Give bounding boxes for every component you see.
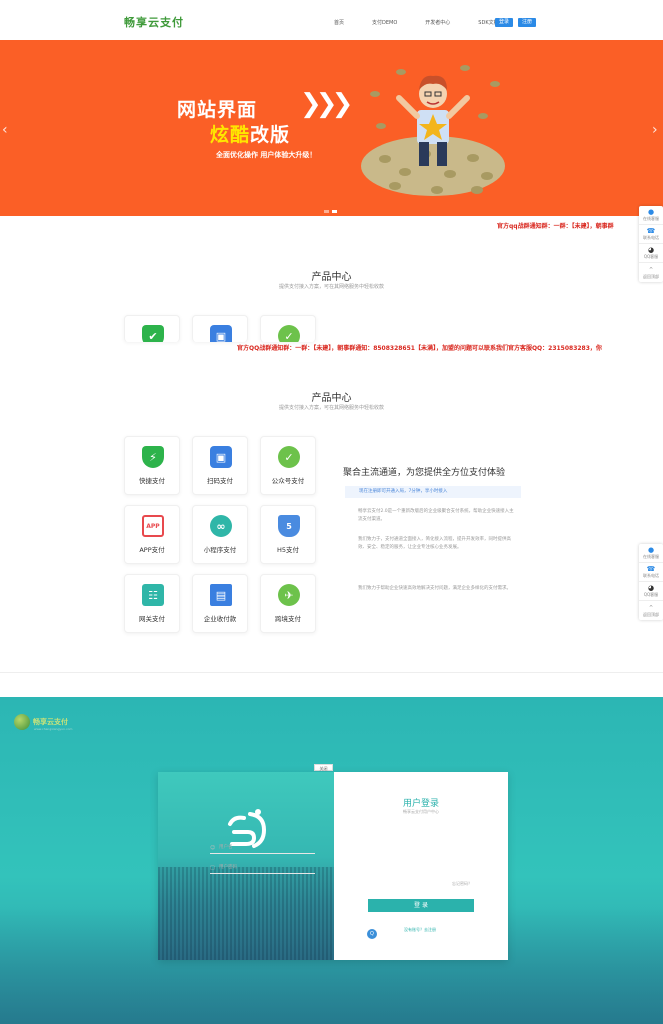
product-card[interactable]: ▣ [192,315,248,342]
username-input[interactable]: ☺ 用户名 [210,842,315,854]
login-title: 用户登录 [402,799,439,809]
product-center-title-2: 产品中心 [311,393,352,404]
login-submit-button[interactable]: 登 录 [368,899,474,912]
product-card-h5-pay[interactable]: 5 H5支付 [260,505,316,564]
plane-icon: ✈ [278,584,300,606]
site-logo[interactable]: 畅享云支付 [124,14,184,30]
scan-icon: ▣ [210,325,232,342]
chevron-right-icon[interactable]: › [652,122,658,138]
product-label: APP支付 [139,546,165,554]
close-button[interactable]: 关闭 [314,764,333,771]
product-card-miniprogram-pay[interactable]: ∞ 小程序支付 [192,505,248,564]
nav-item-developer[interactable]: 开发者中心 [425,19,450,26]
nav-item-home[interactable]: 首页 [334,19,344,26]
login-button[interactable]: 登录 [495,18,513,27]
gateway-icon: ☷ [142,584,164,606]
top-header: 畅享云支付 首页 支付DEMO 开发者中心 SDK文档 登录 注册 [0,0,663,40]
product-label: 公众号支付 [271,477,305,485]
aggregate-tag: 现在注册即可开通入局，7分钟，享小时接入 [345,486,521,498]
miniprogram-icon: ∞ [210,515,232,537]
carousel-dot-active[interactable] [332,210,337,213]
qq-icon: ◕ [647,246,655,254]
product-card-crossborder-pay[interactable]: ✈ 跨境支付 [260,574,316,633]
register-button[interactable]: 注册 [518,18,536,27]
product-label: 快捷支付 [139,477,165,485]
login-page-logo[interactable]: 畅享云支付 www.changxiangyun.com [14,714,72,731]
product-card-app-pay[interactable]: APP APP支付 [124,505,180,564]
phone-icon: ☎ [646,565,656,573]
online-service-button[interactable]: ● 在线客服 [639,544,663,563]
qq-service-button[interactable]: ◕ QQ客服 [639,582,663,601]
product-label: 扫码支付 [207,477,233,485]
html5-icon: 5 [278,515,300,537]
arrow-up-icon: ⌃ [648,603,654,612]
logo-globe-icon [14,714,30,730]
banner-subtitle: 全面优化操作 用户体验大升级！ [216,151,317,159]
aggregate-title: 聚合主流通道，为您提供全方位支付体验 [343,468,506,478]
shield-icon: ✔ [142,325,164,342]
notice-marquee-2: 官方QQ战群通知群：一群：【未建】，朝事群通知：8508328651【未满】，加… [237,345,602,352]
chevron-left-icon[interactable]: ‹ [2,122,8,138]
chevrons-icon: ❯❯❯ [300,89,353,119]
qq-service-button[interactable]: ◕ QQ客服 [639,244,663,263]
product-card-wechat-pay[interactable]: ✓ 公众号支付 [260,436,316,495]
register-link[interactable]: 没有账号？去注册 [404,927,436,933]
product-card-enterprise-pay[interactable]: ▤ 企业收付款 [192,574,248,633]
qq-login-icon[interactable]: Q [367,929,377,939]
product-card-gateway-pay[interactable]: ☷ 网关支付 [124,574,180,633]
product-center-subtitle: 提供支付接入方案，可在其网络服务中轻松收款 [278,284,384,290]
online-service-button[interactable]: ● 在线客服 [639,206,663,225]
scan-icon: ▣ [210,446,232,468]
shield-icon: ⚡ [142,446,164,468]
product-card-scan-pay[interactable]: ▣ 扫码支付 [192,436,248,495]
banner-title-rest: 改版 [250,124,291,146]
page: 畅享云支付 首页 支付DEMO 开发者中心 SDK文档 登录 注册 网站界面 炫… [0,0,663,1024]
product-card-quick-pay[interactable]: ⚡ 快捷支付 [124,436,180,495]
phone-button[interactable]: ☎ 联系电话 [639,225,663,244]
aggregate-paragraph: 我们致力于帮助企业快速高效地解决支付问题，满足企业多样化的支付需求。 [358,586,511,591]
wechat-icon: ✓ [278,446,300,468]
product-card[interactable]: ✔ [124,315,180,342]
product-center-title: 产品中心 [311,272,352,283]
chat-icon: ● [647,208,655,216]
product-label: H5支付 [276,546,300,554]
mascot-illustration [361,65,505,196]
product-label: 企业收付款 [203,615,237,623]
banner-title: 网站界面 [177,99,258,121]
building-icon: ▤ [210,584,232,606]
back-to-top-button[interactable]: ⌃ 返回顶部 [639,601,663,620]
user-icon: ☺ [210,845,216,851]
chat-icon: ● [647,546,655,554]
section-divider [0,672,663,673]
nav-item-demo[interactable]: 支付DEMO [372,19,397,26]
app-icon: APP [142,515,164,537]
aggregate-paragraph: 我们致力于，支付通道全面接入，简化接入流程，提升开发效率，同时提供高效、安全、稳… [358,537,511,550]
password-input[interactable]: □ 用户密码 [210,862,315,874]
hero-banner[interactable]: 网站界面 炫酷改版 全面优化操作 用户体验大升级！ ❯❯❯ ‹ › [0,40,663,216]
carousel-dot[interactable] [324,210,329,213]
carousel-dots [324,210,337,213]
banner-title-line2: 炫酷改版 [210,120,290,147]
qq-icon: ◕ [647,584,655,592]
notice-marquee: 官方qq战群通知群：一群：【未建】，朝事群 [497,223,614,230]
aggregate-paragraph: 畅享云支付2.0是一个重新改版后的企业级聚合支付系统，帮助企业快速接入主流支付渠… [358,509,514,522]
login-subtitle: 畅享云支付用户中心 [403,809,439,814]
product-label: 跨境支付 [275,615,301,623]
product-label: 小程序支付 [203,546,237,554]
product-card[interactable]: ✓ [260,315,316,342]
product-label: 网关支付 [139,615,165,623]
forgot-password-link[interactable]: 忘记密码？ [452,881,472,887]
lock-icon: □ [210,865,215,871]
product-center-subtitle-2: 提供支付接入方案，可在其网络服务中轻松收款 [278,405,384,411]
wechat-icon: ✓ [278,325,300,342]
phone-icon: ☎ [646,227,656,235]
side-toolbar-2: ● 在线客服 ☎ 联系电话 ◕ QQ客服 ⌃ 返回顶部 [639,544,663,620]
phone-button[interactable]: ☎ 联系电话 [639,563,663,582]
banner-highlight: 炫酷 [210,124,251,146]
